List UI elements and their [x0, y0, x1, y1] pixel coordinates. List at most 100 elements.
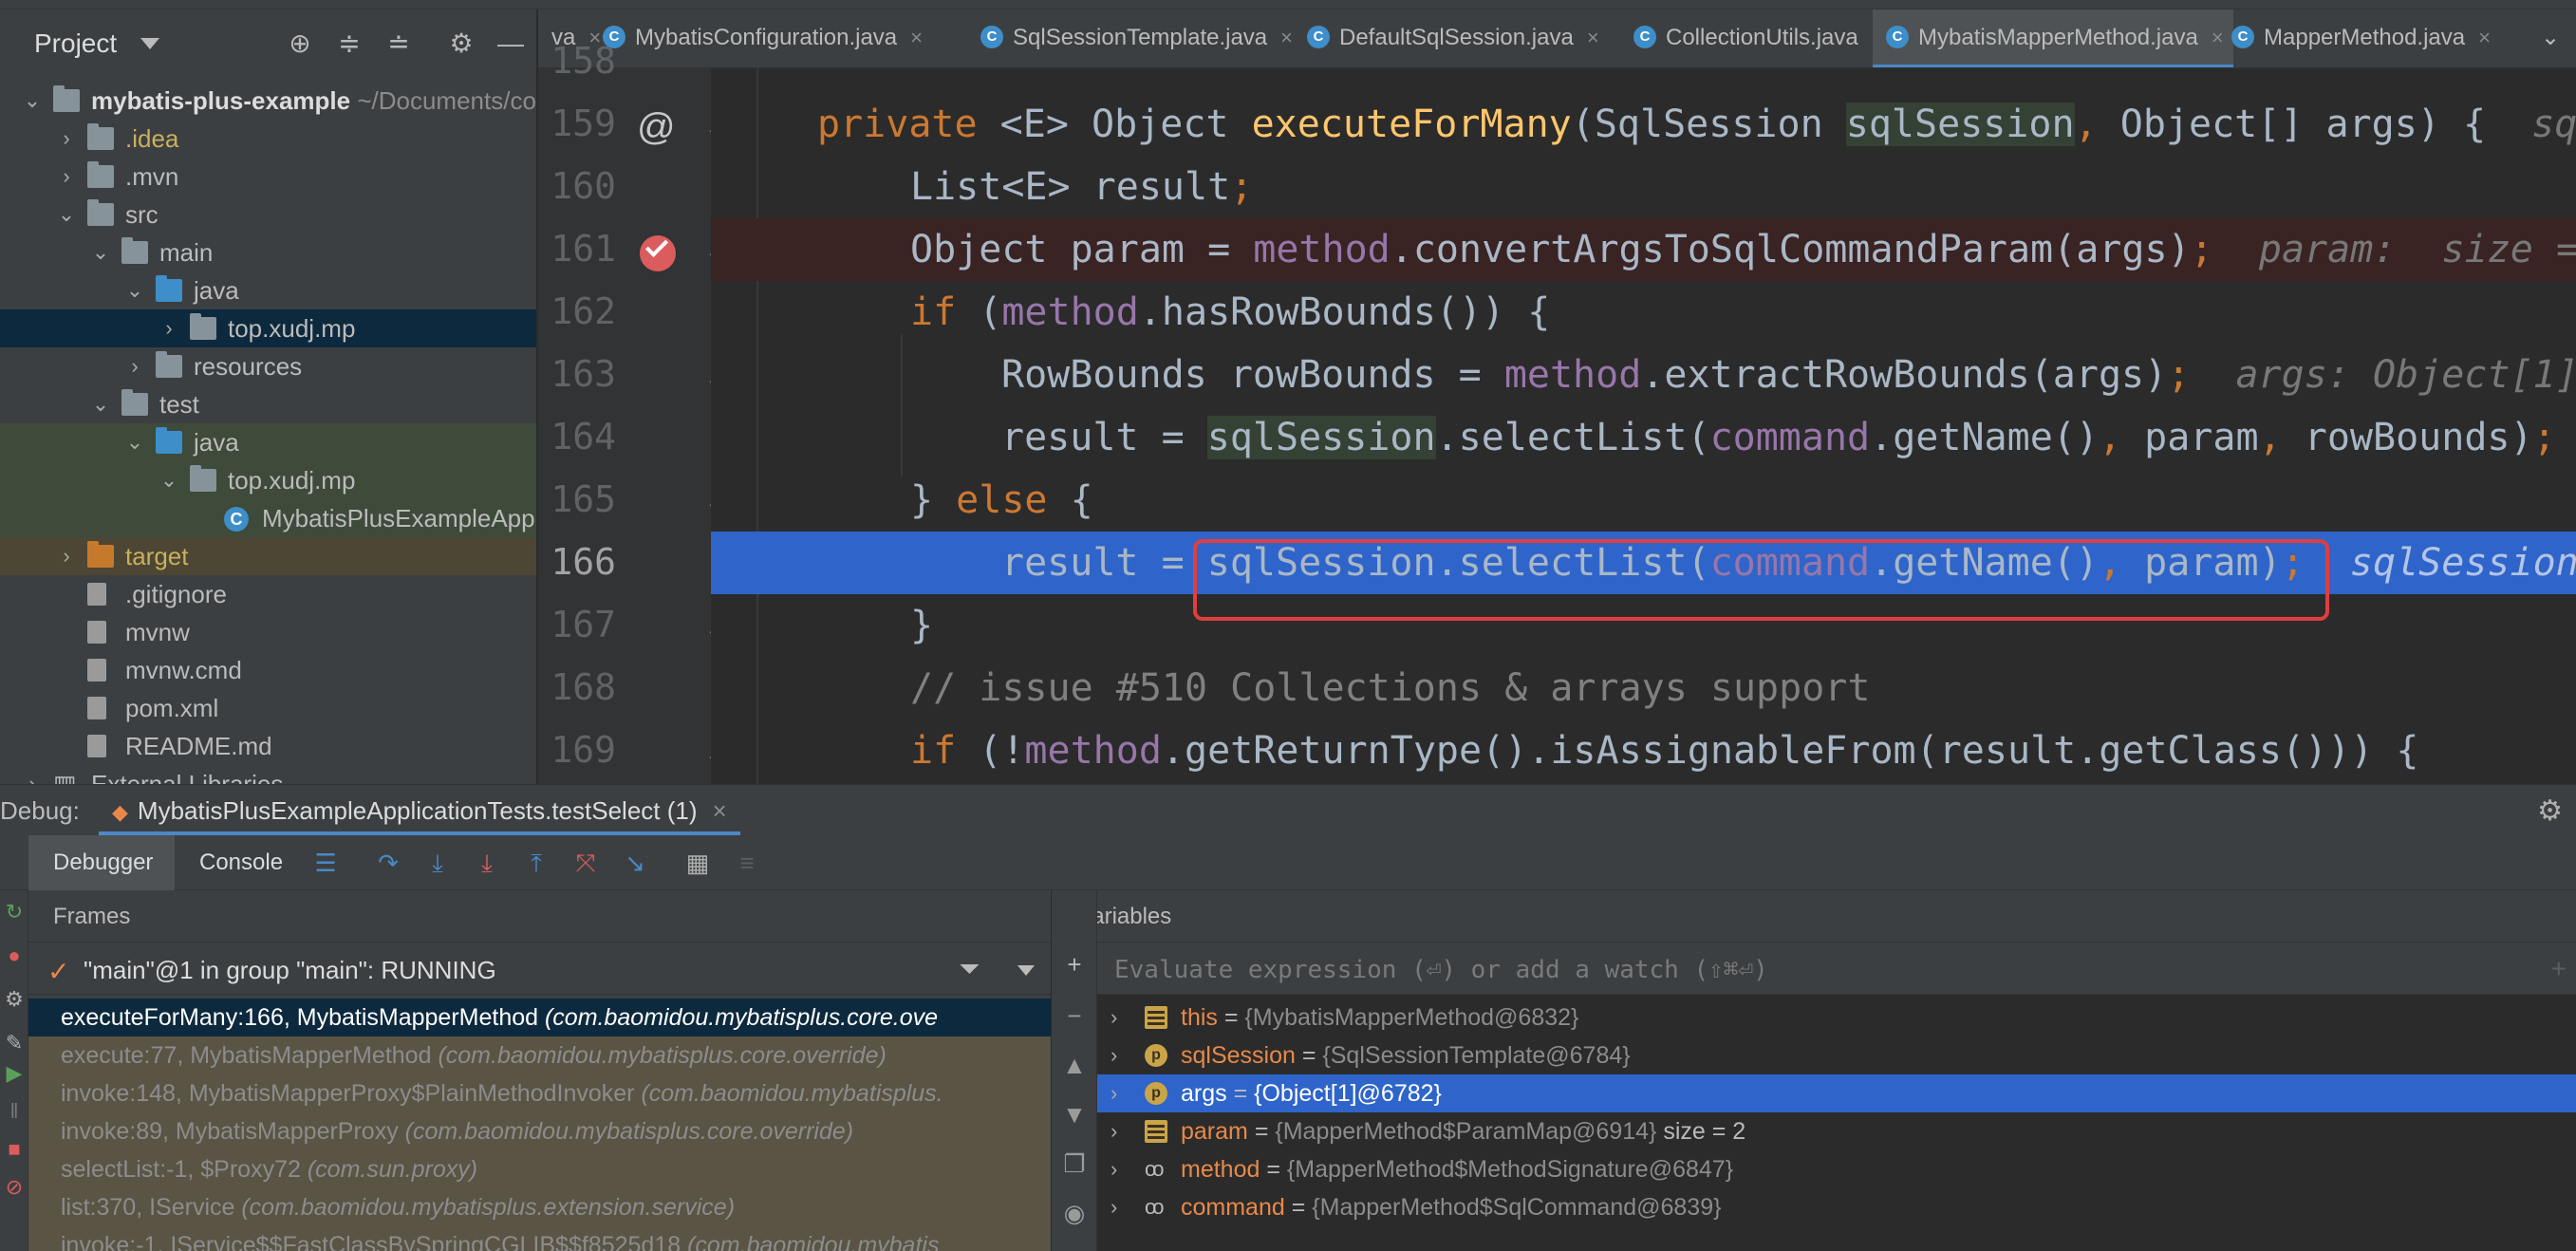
- chevron-icon[interactable]: ⌄: [123, 423, 146, 461]
- wrench-icon[interactable]: ✎: [2, 1031, 27, 1055]
- variable-row[interactable]: › param = {MapperMethod$ParamMap@6914} si…: [1097, 1112, 2576, 1150]
- tree-item[interactable]: › target: [0, 537, 536, 575]
- tab-console[interactable]: Console: [186, 835, 300, 890]
- stack-frame-row[interactable]: invoke:-1, IService$$FastClassBySpringCG…: [28, 1226, 1051, 1251]
- chevron-right-icon[interactable]: ›: [1111, 1188, 1117, 1226]
- pause-icon[interactable]: ‖: [2, 1099, 27, 1124]
- evaluate-expression-input[interactable]: Evaluate expression (⏎) or add a watch (…: [1114, 956, 1768, 984]
- rerun-icon[interactable]: ↻: [2, 900, 27, 924]
- chevron-right-icon[interactable]: ›: [1111, 999, 1117, 1036]
- collapse-all-icon[interactable]: ≐: [383, 28, 414, 59]
- tree-item[interactable]: ⌄ main: [0, 233, 536, 271]
- drop-frame-icon[interactable]: ⤧: [571, 849, 600, 877]
- tree-item[interactable]: ⌄ mybatis-plus-example ~/Documents/co: [0, 82, 536, 120]
- project-view-selector[interactable]: Project: [34, 28, 117, 59]
- tree-item[interactable]: .gitignore: [0, 575, 536, 613]
- close-icon[interactable]: ×: [1280, 26, 1293, 49]
- minimize-icon[interactable]: —: [495, 28, 526, 59]
- tree-item[interactable]: › ▥ External Libraries: [0, 765, 536, 784]
- close-icon[interactable]: ×: [713, 796, 727, 825]
- chevron-down-icon[interactable]: [1017, 965, 1035, 976]
- chevron-right-icon[interactable]: ›: [1111, 1150, 1117, 1188]
- close-icon[interactable]: ×: [1587, 26, 1599, 49]
- copy-icon[interactable]: ❐: [1061, 1150, 1088, 1177]
- tree-item[interactable]: pom.xml: [0, 689, 536, 727]
- layout-icon[interactable]: ☰: [311, 849, 340, 877]
- step-out-icon[interactable]: ⤒: [522, 849, 551, 877]
- watch-icon[interactable]: ◉: [1061, 1200, 1088, 1226]
- stack-frame-row[interactable]: list:370, IService (com.baomidou.mybatis…: [28, 1188, 1051, 1226]
- resume-icon[interactable]: ▶: [2, 1061, 27, 1086]
- editor-tab[interactable]: C DefaultSqlSession.java ×: [1294, 9, 1609, 67]
- stack-frame-row[interactable]: executeForMany:166, MybatisMapperMethod …: [28, 999, 1051, 1036]
- stop-icon[interactable]: ■: [2, 1137, 27, 1162]
- close-icon[interactable]: ×: [910, 26, 923, 49]
- close-icon[interactable]: ×: [2478, 26, 2491, 49]
- mute-breakpoints-icon[interactable]: ⊘: [2, 1175, 27, 1200]
- tree-item[interactable]: › resources: [0, 347, 536, 385]
- tree-item[interactable]: mvnw: [0, 613, 536, 651]
- chevron-down-icon[interactable]: [140, 38, 159, 49]
- editor-tab[interactable]: C MapperMethod.java ×: [2218, 9, 2500, 67]
- add-watch-icon[interactable]: +: [2551, 954, 2567, 984]
- tree-item[interactable]: › .idea: [0, 120, 536, 158]
- tree-item[interactable]: › top.xudj.mp: [0, 309, 536, 347]
- code-editor[interactable]: private <E> Object executeForMany(SqlSes…: [711, 68, 2576, 784]
- breakpoint-icon[interactable]: [640, 233, 676, 271]
- tree-item[interactable]: ⌄ src: [0, 196, 536, 233]
- move-up-icon[interactable]: ▲: [1061, 1052, 1088, 1078]
- tree-item[interactable]: › .mvn: [0, 158, 536, 196]
- filter-icon[interactable]: ⏷: [959, 954, 980, 985]
- chevron-down-icon[interactable]: ⌄: [2541, 9, 2560, 67]
- chevron-icon[interactable]: ⌄: [21, 82, 44, 120]
- overrides-icon[interactable]: @: [637, 106, 676, 149]
- chevron-right-icon[interactable]: ›: [1111, 1112, 1117, 1150]
- chevron-icon[interactable]: ⌄: [89, 385, 112, 423]
- add-watch-icon[interactable]: +: [1061, 951, 1088, 978]
- variable-row[interactable]: › p args = {Object[1]@6782}: [1097, 1074, 2576, 1112]
- evaluate-icon[interactable]: ▦: [683, 849, 712, 877]
- run-to-cursor-icon[interactable]: ↘: [621, 849, 649, 877]
- editor-tab[interactable]: C SqlSessionTemplate.java ×: [967, 9, 1302, 67]
- variable-row[interactable]: › p sqlSession = {SqlSessionTemplate@6784}: [1097, 1036, 2576, 1074]
- stack-frame-row[interactable]: invoke:148, MybatisMapperProxy$PlainMeth…: [28, 1074, 1051, 1112]
- variable-row[interactable]: › this = {MybatisMapperMethod@6832}: [1097, 999, 2576, 1036]
- chevron-icon[interactable]: ⌄: [55, 196, 78, 233]
- tab-debugger[interactable]: Debugger: [28, 835, 175, 890]
- chevron-right-icon[interactable]: ›: [1111, 1036, 1117, 1074]
- move-down-icon[interactable]: ▼: [1061, 1101, 1088, 1128]
- editor-tab[interactable]: C MybatisMapperMethod.java ×: [1873, 9, 2233, 67]
- thread-selector[interactable]: ✓ "main"@1 in group "main": RUNNING ⏷: [28, 942, 1051, 995]
- stack-frame-row[interactable]: selectList:-1, $Proxy72 (com.sun.proxy): [28, 1150, 1051, 1188]
- chevron-right-icon[interactable]: ›: [1111, 1074, 1117, 1112]
- editor-tab[interactable]: CCollectionUtils.java×: [1620, 9, 1894, 67]
- view-breakpoints-icon[interactable]: ●: [2, 943, 27, 968]
- tree-item[interactable]: C MybatisPlusExampleApplic: [0, 499, 536, 537]
- tree-item[interactable]: mvnw.cmd: [0, 651, 536, 689]
- variable-row[interactable]: › oo method = {MapperMethod$MethodSignatur…: [1097, 1150, 2576, 1188]
- stack-frame-row[interactable]: execute:77, MybatisMapperMethod (com.bao…: [28, 1036, 1051, 1074]
- evaluate-expression-row[interactable]: Evaluate expression (⏎) or add a watch (…: [1097, 942, 2576, 995]
- chevron-icon[interactable]: ›: [55, 120, 78, 158]
- expand-all-icon[interactable]: ≑: [334, 28, 364, 59]
- chevron-icon[interactable]: ›: [158, 309, 180, 347]
- chevron-icon[interactable]: ⌄: [158, 461, 180, 499]
- remove-watch-icon[interactable]: −: [1061, 1002, 1088, 1029]
- settings-icon[interactable]: ⚙: [2, 987, 27, 1012]
- step-into-icon[interactable]: ⤓: [423, 849, 452, 877]
- stack-frame-row[interactable]: invoke:89, MybatisMapperProxy (com.baomi…: [28, 1112, 1051, 1150]
- tree-item[interactable]: README.md: [0, 727, 536, 765]
- step-over-icon[interactable]: ↷: [374, 849, 402, 877]
- tree-item[interactable]: ⌄ java: [0, 271, 536, 309]
- editor-tab[interactable]: C MybatisConfiguration.java ×: [589, 9, 932, 67]
- chevron-icon[interactable]: ›: [55, 158, 78, 196]
- locate-icon[interactable]: ⊕: [285, 28, 315, 59]
- gear-icon[interactable]: ⚙: [2537, 794, 2563, 828]
- chevron-icon[interactable]: ›: [123, 347, 146, 385]
- chevron-icon[interactable]: ›: [55, 537, 78, 575]
- tree-item[interactable]: ⌄ java: [0, 423, 536, 461]
- editor-gutter[interactable]: 158 159 160 161 162 163 164 165 166 167 168 169 @: [538, 42, 711, 784]
- debug-session-tab[interactable]: ◆ MybatisPlusExampleApplicationTests.test…: [99, 785, 740, 836]
- force-step-into-icon[interactable]: ⤓: [473, 849, 501, 877]
- variable-row[interactable]: › oo command = {MapperMethod$SqlCommand@68…: [1097, 1188, 2576, 1226]
